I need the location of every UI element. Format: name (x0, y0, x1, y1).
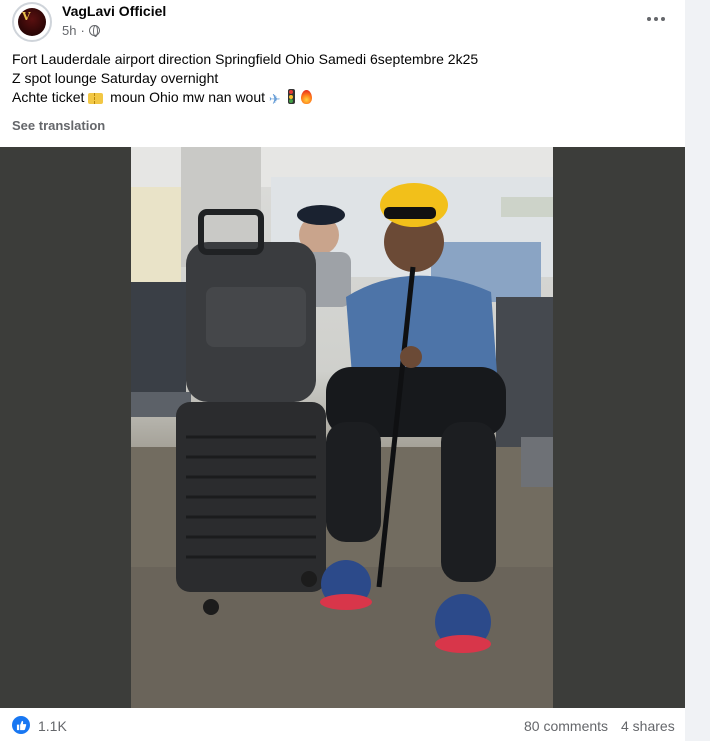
dot-icon (654, 17, 658, 21)
post-text: Fort Lauderdale airport direction Spring… (12, 50, 672, 110)
dot-icon (647, 17, 651, 21)
globe-icon[interactable] (88, 25, 100, 37)
post-card: V VagLavi Officiel 5h · Fort Lauderdale … (0, 0, 685, 741)
meta-separator: · (80, 23, 85, 38)
photo-illustration (131, 147, 553, 708)
post-photo[interactable] (131, 147, 553, 708)
thumbs-up-icon (16, 720, 26, 730)
author-name[interactable]: VagLavi Officiel (62, 3, 166, 19)
fire-icon (301, 90, 313, 104)
more-options-button[interactable] (641, 6, 671, 32)
post-text-fragment: moun Ohio mw nan wout (110, 89, 266, 105)
airplane-icon: ✈ (268, 92, 281, 108)
page-gutter (685, 0, 710, 741)
ticket-icon (88, 93, 104, 104)
post-text-line: Achte ticket moun Ohio mw nan wout ✈ (12, 88, 672, 110)
photo-frame[interactable] (0, 147, 685, 708)
post-text-line: Z spot lounge Saturday overnight (12, 70, 219, 86)
comments-count-link[interactable]: 80 comments (524, 718, 608, 734)
post-header: V VagLavi Officiel 5h · (12, 0, 672, 44)
post-text-line: Fort Lauderdale airport direction Spring… (12, 51, 479, 67)
avatar-monogram-icon: V (22, 10, 31, 23)
dot-icon (661, 17, 665, 21)
post-footer: 1.1K 80 comments 4 shares (0, 708, 685, 741)
shares-count-link[interactable]: 4 shares (621, 718, 675, 734)
post-meta: 5h · (62, 23, 100, 38)
post-time[interactable]: 5h (62, 23, 76, 38)
like-reaction-icon[interactable] (12, 716, 30, 734)
reaction-count[interactable]: 1.1K (38, 718, 67, 734)
author-avatar[interactable]: V (12, 2, 52, 42)
see-translation-link[interactable]: See translation (12, 118, 105, 133)
traffic-light-icon (287, 89, 295, 104)
post-text-fragment: Achte ticket (12, 89, 85, 105)
